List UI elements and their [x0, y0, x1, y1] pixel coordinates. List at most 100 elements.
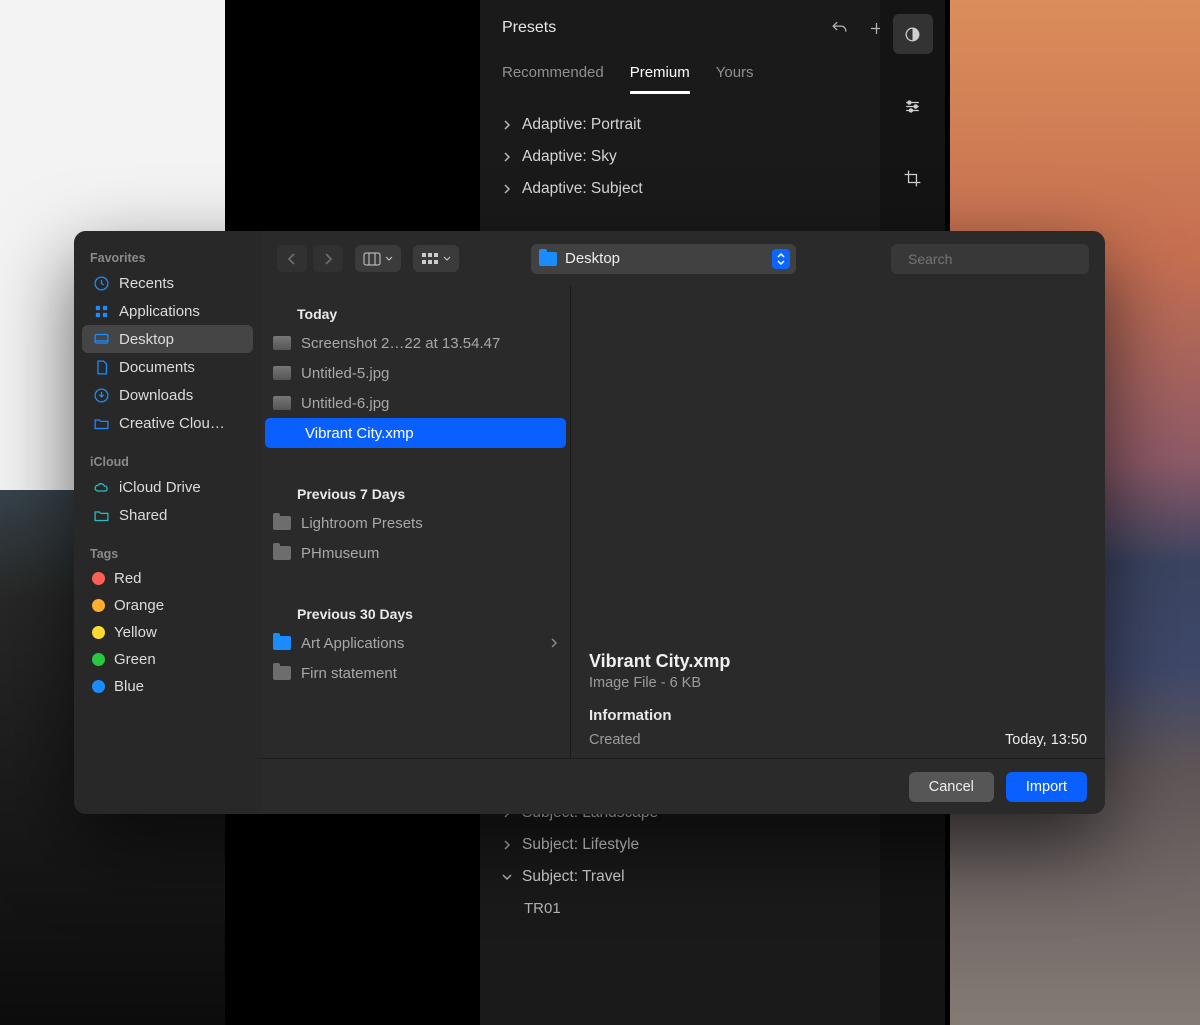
image-icon — [273, 366, 291, 380]
tag-dot-icon — [92, 680, 105, 693]
sidebar-item-label: Blue — [114, 678, 144, 695]
masking-tool-icon[interactable] — [893, 14, 933, 54]
file-row[interactable]: Vibrant City.xmp — [265, 418, 566, 448]
presets-tabs: Recommended Premium Yours — [480, 64, 945, 95]
preset-group[interactable]: Adaptive: Sky — [480, 141, 945, 173]
preset-group-expanded[interactable]: Subject: Travel — [480, 861, 945, 893]
undo-icon[interactable] — [830, 19, 849, 38]
sidebar-item-label: Green — [114, 651, 156, 668]
file-row[interactable]: Lightroom Presets — [261, 508, 570, 538]
sidebar-item-label: Downloads — [119, 387, 193, 404]
file-name: PHmuseum — [301, 545, 379, 562]
folder-icon — [273, 636, 291, 650]
presets-title: Presets — [502, 19, 556, 37]
sidebar-item-documents[interactable]: Documents — [82, 353, 253, 381]
image-icon — [273, 336, 291, 350]
sidebar-item-label: Recents — [119, 275, 174, 292]
tag-dot-icon — [92, 626, 105, 639]
file-row[interactable]: Firn statement — [261, 658, 570, 688]
back-button[interactable] — [277, 245, 307, 272]
group-by-button[interactable] — [413, 245, 459, 272]
cloud-icon — [92, 478, 110, 496]
sidebar-item-orange[interactable]: Orange — [82, 592, 253, 619]
sidebar-item-label: Documents — [119, 359, 195, 376]
sidebar-item-label: Yellow — [114, 624, 157, 641]
file-name: Untitled-5.jpg — [301, 365, 389, 382]
sidebar-item-label: Shared — [119, 507, 167, 524]
sidebar-item-label: iCloud Drive — [119, 479, 201, 496]
tag-dot-icon — [92, 572, 105, 585]
sidebar-item-green[interactable]: Green — [82, 646, 253, 673]
chevron-right-icon — [550, 638, 558, 648]
sidebar-section-header: Tags — [82, 541, 253, 565]
folder-icon — [273, 516, 291, 530]
sidebar-item-label: Orange — [114, 597, 164, 614]
sidebar-item-label: Red — [114, 570, 142, 587]
preview-filename: Vibrant City.xmp — [589, 651, 1087, 672]
search-field[interactable] — [891, 244, 1089, 274]
location-label: Desktop — [565, 250, 764, 267]
sidebar-item-recents[interactable]: Recents — [82, 269, 253, 297]
tab-premium[interactable]: Premium — [630, 64, 690, 94]
file-group-header: Previous 30 Days — [261, 592, 570, 628]
sidebar-item-label: Creative Clou… — [119, 415, 225, 432]
clock-icon — [92, 274, 110, 292]
tag-dot-icon — [92, 653, 105, 666]
file-row[interactable]: Screenshot 2…22 at 13.54.47 — [261, 328, 570, 358]
crop-icon[interactable] — [893, 158, 933, 198]
file-name: Untitled-6.jpg — [301, 395, 389, 412]
toolbar: Desktop — [261, 231, 1105, 286]
folder-icon — [273, 666, 291, 680]
preset-group[interactable]: Adaptive: Portrait — [480, 109, 945, 141]
sliders-icon[interactable] — [893, 86, 933, 126]
folder-icon — [539, 252, 557, 266]
file-row[interactable]: Untitled-5.jpg — [261, 358, 570, 388]
preset-group[interactable]: Adaptive: Subject — [480, 173, 945, 205]
sidebar-item-desktop[interactable]: Desktop — [82, 325, 253, 353]
sidebar-item-yellow[interactable]: Yellow — [82, 619, 253, 646]
file-icon — [277, 426, 295, 440]
forward-button[interactable] — [313, 245, 343, 272]
updown-icon — [772, 249, 790, 269]
preview-created-label: Created — [589, 732, 641, 748]
down-icon — [92, 386, 110, 404]
file-list: Today Screenshot 2…22 at 13.54.47 Untitled… — [261, 286, 571, 758]
sidebar-item-red[interactable]: Red — [82, 565, 253, 592]
file-name: Screenshot 2…22 at 13.54.47 — [301, 335, 500, 352]
search-input[interactable] — [908, 251, 1089, 267]
sidebar-section-header: iCloud — [82, 449, 253, 473]
file-group-header: Previous 7 Days — [261, 472, 570, 508]
preview-subtitle: Image File - 6 KB — [589, 675, 1087, 691]
file-name: Vibrant City.xmp — [305, 425, 414, 442]
dialog-footer: Cancel Import — [261, 758, 1105, 814]
sidebar-item-creative-clou-[interactable]: Creative Clou… — [82, 409, 253, 437]
file-row[interactable]: Art Applications — [261, 628, 570, 658]
file-name: Firn statement — [301, 665, 397, 682]
apps-icon — [92, 302, 110, 320]
sidebar-item-blue[interactable]: Blue — [82, 673, 253, 700]
file-row[interactable]: Untitled-6.jpg — [261, 388, 570, 418]
file-row[interactable]: PHmuseum — [261, 538, 570, 568]
cancel-button[interactable]: Cancel — [909, 772, 994, 802]
sidebar-item-shared[interactable]: Shared — [82, 501, 253, 529]
preview-pane: Vibrant City.xmp Image File - 6 KB Infor… — [571, 286, 1105, 758]
tab-recommended[interactable]: Recommended — [502, 64, 604, 94]
sidebar-item-icloud-drive[interactable]: iCloud Drive — [82, 473, 253, 501]
shared-icon — [92, 506, 110, 524]
sidebar-item-downloads[interactable]: Downloads — [82, 381, 253, 409]
preset-item[interactable]: TR01 — [480, 893, 945, 924]
preset-group[interactable]: Subject: Lifestyle — [480, 829, 945, 861]
sidebar: Favorites Recents Applications Desktop Docum… — [74, 231, 261, 814]
location-dropdown[interactable]: Desktop — [531, 244, 796, 274]
file-group-header: Today — [261, 292, 570, 328]
file-name: Lightroom Presets — [301, 515, 423, 532]
tag-dot-icon — [92, 599, 105, 612]
preview-created-value: Today, 13:50 — [1005, 732, 1087, 748]
tab-yours[interactable]: Yours — [716, 64, 754, 94]
file-dialog: Favorites Recents Applications Desktop Docum… — [74, 231, 1105, 814]
sidebar-item-label: Applications — [119, 303, 200, 320]
view-columns-button[interactable] — [355, 245, 401, 272]
import-button[interactable]: Import — [1006, 772, 1087, 802]
sidebar-section-header: Favorites — [82, 245, 253, 269]
sidebar-item-applications[interactable]: Applications — [82, 297, 253, 325]
